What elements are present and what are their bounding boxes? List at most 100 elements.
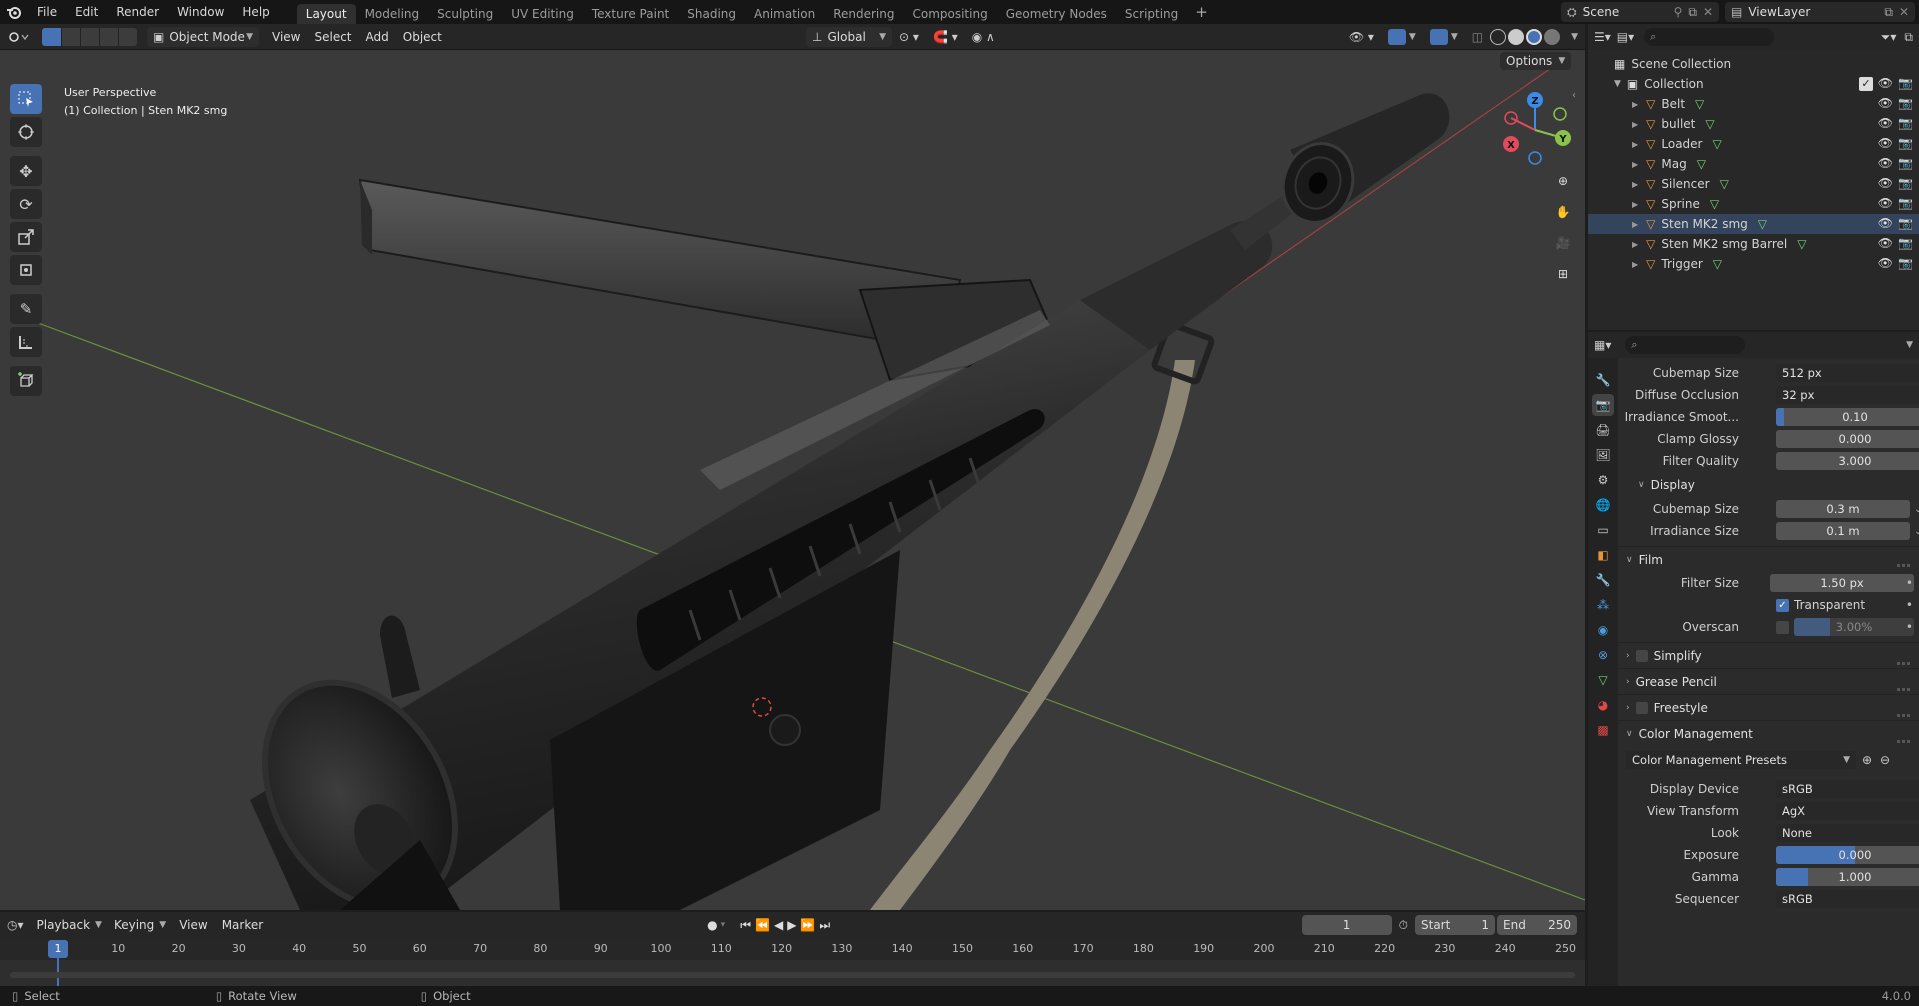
select-extend-icon[interactable] (61, 27, 80, 46)
scene-tab-icon[interactable]: ⚙ (1592, 469, 1614, 491)
drag-handle-icon[interactable] (1896, 706, 1911, 720)
eye-icon[interactable]: 👁 (1878, 256, 1893, 270)
playhead[interactable]: 1 (48, 940, 68, 958)
overscan-checkbox[interactable] (1776, 620, 1789, 634)
camera-render-icon[interactable]: 📷 (1898, 156, 1913, 170)
chevron-right-icon[interactable]: ▶ (1632, 120, 1638, 129)
viewport-3d[interactable]: User Perspective (1) Collection | Sten M… (0, 50, 1585, 910)
texture-tab-icon[interactable]: ▩ (1592, 719, 1614, 741)
play-reverse-icon[interactable]: ◀ (774, 918, 783, 933)
outliner-search-input[interactable]: ⌕ (1644, 28, 1775, 46)
timeline-scrollbar[interactable] (10, 972, 1575, 978)
select-box-tool-icon[interactable] (10, 84, 42, 114)
workspace-tab-rendering[interactable]: Rendering (824, 4, 903, 24)
camera-render-icon[interactable]: 📷 (1898, 256, 1913, 270)
snap-icon[interactable]: 🧲 ▾ (926, 27, 965, 47)
prev-keyframe-icon[interactable]: ⏪ (755, 918, 770, 933)
display-subpanel-header[interactable]: ∨ Display (1618, 472, 1919, 498)
collection-row[interactable]: ▼ ▣ Collection ✓ 👁 📷 (1588, 74, 1919, 94)
property-number-field[interactable]: 3.000 (1776, 452, 1919, 470)
output-tab-icon[interactable]: 🖨 (1592, 419, 1614, 441)
zoom-icon[interactable]: ⊕ (1549, 167, 1577, 195)
eye-icon[interactable]: 👁 (1878, 196, 1893, 210)
unit-dropdown-icon[interactable]: ⌄ (1914, 504, 1919, 515)
mesh-data-icon[interactable]: ▽ (1705, 117, 1714, 131)
property-dropdown[interactable]: None▼ (1776, 824, 1919, 842)
animate-property-icon[interactable]: • (1906, 620, 1913, 634)
add-preset-icon[interactable]: ⊕ (1862, 753, 1872, 767)
outliner-item[interactable]: ▶ ▽ Silencer ▽ 👁 📷 (1588, 174, 1919, 194)
outliner-item[interactable]: ▶ ▽ Loader ▽ 👁 📷 (1588, 134, 1919, 154)
eye-icon[interactable]: 👁 (1878, 76, 1893, 90)
menu-select[interactable]: Select (307, 27, 358, 47)
world-tab-icon[interactable]: 🌐 (1592, 494, 1614, 516)
scale-tool-icon[interactable] (10, 222, 42, 252)
wireframe-shading-icon[interactable] (1490, 28, 1507, 45)
select-intersect-icon[interactable] (118, 27, 137, 46)
play-icon[interactable]: ▶ (787, 918, 796, 933)
frame-ruler[interactable]: 1 10 20 30 40 50 60 70 80 90 100 110 120 130 140 150 160… (0, 938, 1585, 986)
jump-end-icon[interactable]: ⏭ (819, 918, 830, 933)
pivot-icon[interactable]: ⊙ ▾ (892, 27, 926, 47)
menu-render[interactable]: Render (107, 0, 168, 24)
outliner-item[interactable]: ▶ ▽ Belt ▽ 👁 📷 (1588, 94, 1919, 114)
navigation-gizmo[interactable]: Z Y X (1495, 88, 1575, 168)
mesh-data-icon[interactable]: ▽ (1758, 217, 1767, 231)
data-tab-icon[interactable]: ▽ (1592, 669, 1614, 691)
simplify-checkbox[interactable] (1635, 649, 1648, 662)
animate-property-icon[interactable]: • (1906, 576, 1913, 590)
workspace-tab-shading[interactable]: Shading (678, 4, 745, 24)
property-slider[interactable]: 1.000 (1776, 868, 1919, 886)
freestyle-panel-header[interactable]: › Freestyle (1618, 694, 1919, 720)
eye-icon[interactable]: 👁 (1878, 136, 1893, 150)
workspace-tab-uv-editing[interactable]: UV Editing (502, 4, 583, 24)
pan-hand-icon[interactable]: ✋ (1549, 198, 1577, 226)
camera-render-icon[interactable]: 📷 (1898, 136, 1913, 150)
delete-scene-icon[interactable]: ✕ (1703, 5, 1713, 19)
timeline-body[interactable]: 1 10 20 30 40 50 60 70 80 90 100 110 120 130 140 150 160… (0, 938, 1585, 986)
outliner-item[interactable]: ▶ ▽ Trigger ▽ 👁 📷 (1588, 254, 1919, 274)
drag-handle-icon[interactable] (1896, 556, 1911, 570)
workspace-tab-texture-paint[interactable]: Texture Paint (583, 4, 678, 24)
menu-object[interactable]: Object (396, 27, 449, 47)
camera-render-icon[interactable]: 📷 (1898, 196, 1913, 210)
chevron-down-icon[interactable]: ▼ (1614, 79, 1621, 89)
menu-view[interactable]: View (265, 27, 307, 47)
orientation-dropdown[interactable]: ⊥ Global ▼ (806, 26, 893, 47)
particles-tab-icon[interactable]: ⁂ (1592, 594, 1614, 616)
start-frame-field[interactable]: Start 1 (1415, 915, 1495, 935)
properties-search-input[interactable]: ⌕ (1625, 336, 1746, 354)
cursor-tool-icon[interactable] (10, 117, 42, 147)
menu-window[interactable]: Window (168, 0, 233, 24)
chevron-right-icon[interactable]: ▶ (1632, 140, 1638, 149)
camera-render-icon[interactable]: 📷 (1898, 76, 1913, 90)
property-number-field[interactable]: 0.1 m (1776, 522, 1910, 540)
eye-icon[interactable]: 👁 (1878, 96, 1893, 110)
scene-collection-row[interactable]: ▦ Scene Collection (1588, 54, 1919, 74)
pin-icon[interactable]: ⚲ (1674, 5, 1683, 19)
material-tab-icon[interactable]: ◕ (1592, 694, 1614, 716)
material-shading-icon[interactable] (1526, 28, 1543, 45)
timeline-editor-icon[interactable]: ◷▾ (0, 915, 31, 935)
workspace-tab-modeling[interactable]: Modeling (356, 4, 429, 24)
simplify-panel-header[interactable]: › Simplify (1618, 642, 1919, 668)
eye-icon[interactable]: 👁 (1878, 116, 1893, 130)
object-tab-icon[interactable]: ◧ (1592, 544, 1614, 566)
solid-shading-icon[interactable] (1508, 28, 1525, 45)
add-cube-tool-icon[interactable] (10, 366, 42, 396)
outliner-editor-icon[interactable]: ☰▾ (1594, 30, 1611, 44)
grease-pencil-panel-header[interactable]: › Grease Pencil (1618, 668, 1919, 694)
current-frame-field[interactable]: 1 (1301, 915, 1392, 935)
editor-type-icon[interactable] (0, 27, 36, 47)
overlay-toggle-icon[interactable]: ▼ (1423, 27, 1465, 47)
xray-icon[interactable]: ◫ (1465, 27, 1490, 47)
unit-dropdown-icon[interactable]: ⌄ (1914, 526, 1919, 537)
camera-render-icon[interactable]: 📷 (1898, 176, 1913, 190)
presets-dropdown[interactable]: Color Management Presets ▼ (1626, 751, 1856, 769)
workspace-tab-scripting[interactable]: Scripting (1116, 4, 1187, 24)
color-management-panel-header[interactable]: ∨ Color Management (1618, 720, 1919, 746)
eye-icon[interactable]: 👁 (1878, 216, 1893, 230)
gizmo-toggle-icon[interactable]: ▼ (1381, 27, 1423, 47)
menu-edit[interactable]: Edit (66, 0, 107, 24)
keying-menu[interactable]: Keying ▼ (108, 915, 172, 935)
